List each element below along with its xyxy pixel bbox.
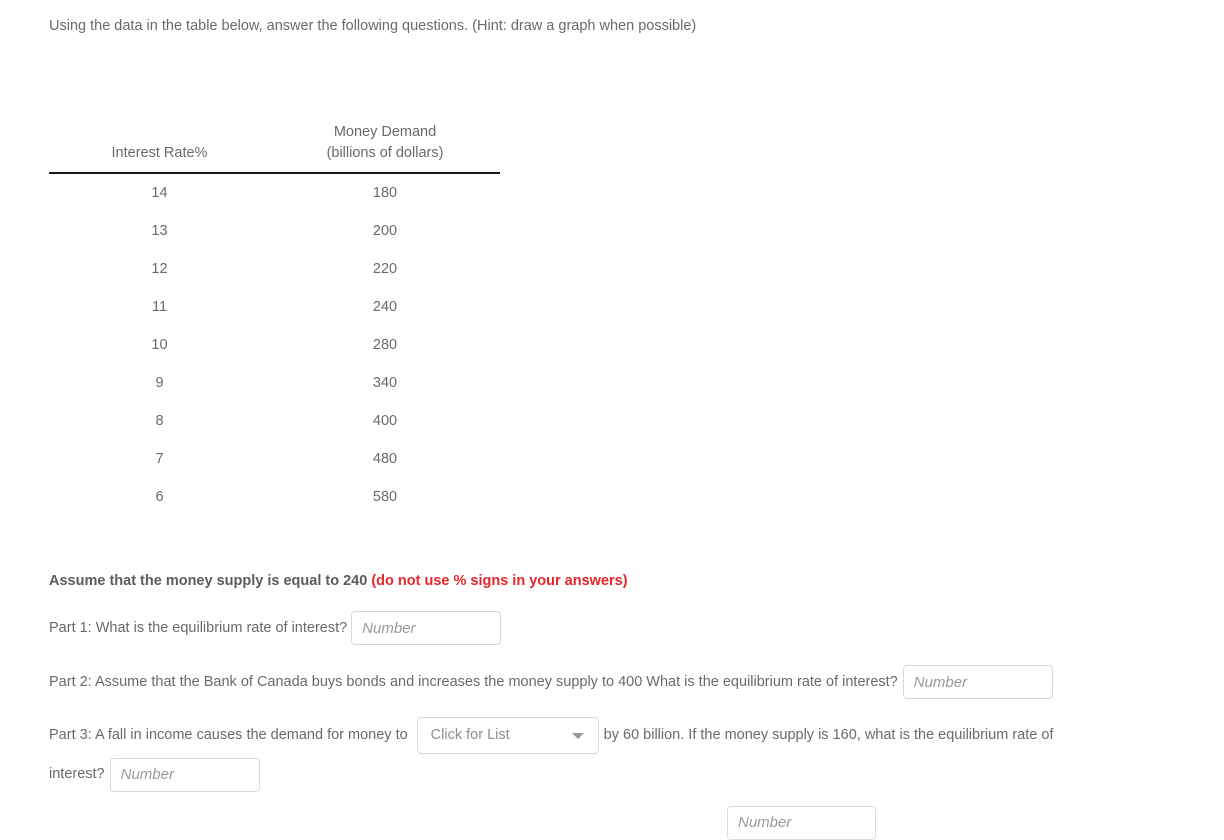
- table-row: 8 400: [49, 402, 500, 440]
- column-header-interest-rate-label: Interest Rate%: [111, 145, 208, 161]
- part-3-direction-dropdown[interactable]: Click for List: [416, 717, 599, 754]
- part-3-dropdown-label: Click for List: [430, 727, 510, 743]
- cell-interest-rate: 6: [155, 489, 164, 505]
- table-row: 6 580: [49, 478, 500, 516]
- cell-money-demand: 220: [372, 261, 398, 277]
- question-part-1-text: Part 1: What is the equilibrium rate of …: [49, 620, 348, 637]
- question-part-3: Part 3: A fall in income causes the dema…: [49, 716, 1109, 795]
- money-demand-table: Interest Rate% Money Demand (billions of…: [49, 122, 500, 516]
- money-demand-table-container: Interest Rate% Money Demand (billions of…: [49, 122, 500, 516]
- table-row: 13 200: [49, 212, 500, 250]
- cell-money-demand: 180: [372, 185, 398, 201]
- column-header-money-demand: Money Demand (billions of dollars): [270, 122, 500, 174]
- table-header-row: Interest Rate% Money Demand (billions of…: [49, 122, 500, 174]
- cell-interest-rate: 10: [151, 337, 168, 353]
- assumption-warning-text: (do not use % signs in your answers): [371, 573, 628, 589]
- cell-money-demand: 200: [372, 223, 398, 239]
- cell-interest-rate: 13: [151, 223, 168, 239]
- column-header-interest-rate: Interest Rate%: [49, 122, 270, 174]
- part-2-answer-input[interactable]: [902, 665, 1053, 700]
- table-row: 9 340: [49, 364, 500, 402]
- question-part-2: Part 2: Assume that the Bank of Canada b…: [49, 663, 1053, 701]
- cell-money-demand: 580: [372, 489, 398, 505]
- column-header-money-demand-line1: Money Demand: [333, 124, 437, 140]
- table-row: 12 220: [49, 250, 500, 288]
- instruction-text: Using the data in the table below, answe…: [49, 18, 697, 34]
- part-4-answer-input-partial[interactable]: Number: [727, 806, 876, 840]
- part-4-answer-placeholder: Number: [738, 814, 792, 831]
- cell-money-demand: 280: [372, 337, 398, 353]
- part-1-answer-input[interactable]: [351, 611, 502, 646]
- table-body: 14 180 13 200 12 220 11 240 10 280 9 340…: [49, 173, 500, 516]
- question-part-3-text-before: Part 3: A fall in income causes the dema…: [49, 727, 408, 743]
- worksheet-page: Using the data in the table below, answe…: [0, 0, 1224, 840]
- table-row: 11 240: [49, 288, 500, 326]
- cell-interest-rate: 14: [151, 185, 168, 201]
- cell-interest-rate: 8: [155, 413, 164, 429]
- assumption-main-text: Assume that the money supply is equal to…: [49, 573, 372, 589]
- cell-interest-rate: 11: [151, 299, 168, 315]
- table-row: 7 480: [49, 440, 500, 478]
- question-part-1: Part 1: What is the equilibrium rate of …: [49, 609, 502, 647]
- cell-money-demand: 240: [372, 299, 398, 315]
- cell-interest-rate: 12: [151, 261, 168, 277]
- cell-money-demand: 480: [372, 451, 398, 467]
- question-part-2-text: Part 2: Assume that the Bank of Canada b…: [49, 674, 898, 691]
- chevron-down-icon: [571, 733, 584, 739]
- column-header-money-demand-line2: (billions of dollars): [326, 145, 444, 161]
- cell-money-demand: 400: [372, 413, 398, 429]
- cell-money-demand: 340: [372, 375, 398, 391]
- cell-interest-rate: 7: [155, 451, 164, 467]
- assumption-statement: Assume that the money supply is equal to…: [49, 572, 628, 590]
- table-row: 10 280: [49, 326, 500, 364]
- table-row: 14 180: [49, 173, 500, 212]
- part-3-answer-input[interactable]: [109, 757, 260, 792]
- cell-interest-rate: 9: [155, 375, 164, 391]
